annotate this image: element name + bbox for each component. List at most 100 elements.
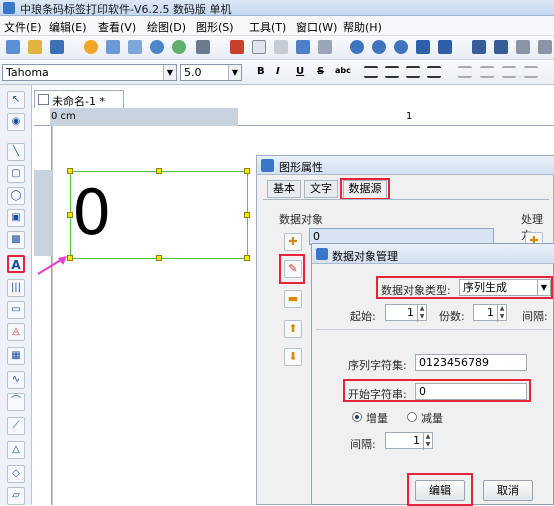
dialog-title: 数据对象管理 [332, 250, 398, 263]
highlight-box [343, 379, 531, 402]
settings-icon[interactable] [84, 40, 98, 54]
database-icon[interactable] [150, 40, 164, 54]
text-align-c-icon[interactable] [502, 66, 516, 78]
start-label: 起始: [350, 310, 376, 323]
grid-icon[interactable] [196, 40, 210, 54]
align-right-icon[interactable] [406, 66, 420, 78]
menu-draw[interactable]: 绘图(D) [147, 19, 186, 35]
triangle-tool-icon[interactable]: △ [7, 441, 25, 459]
document-tab[interactable]: 未命名-1 * [34, 90, 124, 108]
redo-icon[interactable] [318, 40, 332, 54]
menu-view[interactable]: 查看(V) [98, 19, 136, 35]
remove-icon[interactable]: ▬ [284, 290, 302, 308]
menu-shape[interactable]: 图形(S) [196, 19, 234, 35]
zoom-icon[interactable] [394, 40, 408, 54]
new-icon[interactable] [6, 40, 20, 54]
data-object-list-item[interactable]: 0 [313, 230, 320, 243]
menu-window[interactable]: 窗口(W) [296, 19, 337, 35]
count-input[interactable]: 1 ▲ ▼ [473, 304, 507, 322]
data-icon[interactable] [172, 40, 186, 54]
resize-handle[interactable] [156, 168, 162, 174]
tab-text[interactable]: 文字 [304, 180, 338, 198]
font-select[interactable]: Tahoma ▼ [2, 64, 177, 81]
pen-tool-icon[interactable]: ⟋ [7, 417, 25, 435]
interval-input[interactable]: 1 ▲ ▼ [385, 432, 433, 450]
start-input[interactable]: 1 ▲ ▼ [385, 304, 427, 322]
print-icon[interactable] [106, 40, 120, 54]
format-toolbar: Tahoma ▼ 5.0 ▼ B I U S abc [0, 60, 554, 85]
stepper-icon[interactable]: ▲ ▼ [497, 305, 506, 322]
pan-icon[interactable]: ◉ [7, 113, 25, 131]
menu-help[interactable]: 帮助(H) [343, 19, 382, 35]
text-align-b-icon[interactable] [480, 66, 494, 78]
justify-icon[interactable] [427, 66, 441, 78]
case-button[interactable]: abc [335, 66, 351, 75]
resize-handle[interactable] [156, 255, 162, 261]
increase-radio[interactable] [352, 412, 362, 422]
menu-tools[interactable]: 工具(T) [249, 19, 286, 35]
charset-input[interactable]: 0123456789 [415, 354, 527, 371]
add-icon[interactable]: ✚ [284, 233, 302, 251]
pointer-arrow-icon [37, 256, 67, 275]
menu-edit[interactable]: 编辑(E) [49, 19, 87, 35]
save-icon[interactable] [50, 40, 64, 54]
ruler-selection-shade [34, 170, 52, 256]
menu-file[interactable]: 文件(E) [4, 19, 42, 35]
text-tool-icon[interactable]: A [7, 255, 25, 273]
italic-button[interactable]: I [276, 66, 280, 77]
font-size-select[interactable]: 5.0 ▼ [180, 64, 242, 81]
paste-icon[interactable] [274, 40, 288, 54]
rect-tool-icon[interactable]: ▢ [7, 165, 25, 183]
bold-button[interactable]: B [257, 66, 265, 77]
cut-icon[interactable] [230, 40, 244, 54]
rounded-rect-tool-icon[interactable]: ▭ [7, 301, 25, 319]
divider [316, 329, 552, 330]
stepper-icon[interactable]: ▲ ▼ [417, 305, 426, 322]
ruler-selection-shade [50, 108, 238, 126]
arc-tool-icon[interactable]: ⌒ [7, 393, 25, 411]
copy-icon[interactable] [252, 40, 266, 54]
zoom-out-icon[interactable] [372, 40, 386, 54]
ellipse-tool-icon[interactable]: ◯ [7, 187, 25, 205]
move-down-icon[interactable]: ⬇ [284, 348, 302, 366]
pointer-icon[interactable]: ↖ [7, 91, 25, 109]
preview-icon[interactable] [128, 40, 142, 54]
barcode-tool-icon[interactable]: ||| [7, 279, 25, 297]
align-icon[interactable] [472, 40, 486, 54]
resize-handle[interactable] [244, 255, 250, 261]
image-tool-icon[interactable]: ▣ [7, 209, 25, 227]
strike-button[interactable]: S [317, 66, 324, 77]
move-up-icon[interactable]: ⬆ [284, 320, 302, 338]
decrease-radio[interactable] [407, 412, 417, 422]
font-value: Tahoma [6, 66, 49, 79]
align-center-icon[interactable] [385, 66, 399, 78]
align2-icon[interactable] [494, 40, 508, 54]
diamond-tool-icon[interactable]: ◇ [7, 465, 25, 483]
polygon-tool-icon[interactable]: ◬ [7, 323, 25, 341]
align3-icon[interactable] [516, 40, 530, 54]
align4-icon[interactable] [538, 40, 552, 54]
qrcode-tool-icon[interactable]: ▦ [7, 347, 25, 365]
text-align-d-icon[interactable] [524, 66, 538, 78]
fit-page-icon[interactable] [438, 40, 452, 54]
tab-basic[interactable]: 基本 [267, 180, 301, 198]
charset-label: 序列字符集: [348, 359, 407, 372]
underline-button[interactable]: U [296, 66, 304, 77]
curve-tool-icon[interactable]: ∿ [7, 371, 25, 389]
charset-value: 0123456789 [419, 356, 489, 369]
parallelogram-tool-icon[interactable]: ▱ [7, 487, 25, 505]
align-left-icon[interactable] [364, 66, 378, 78]
stepper-icon[interactable]: ▲ ▼ [423, 433, 432, 450]
zoom-in-icon[interactable] [350, 40, 364, 54]
decrease-label: 减量 [421, 412, 443, 425]
line-tool-icon[interactable]: ╲ [7, 143, 25, 161]
fit-icon[interactable] [416, 40, 430, 54]
text-align-a-icon[interactable] [458, 66, 472, 78]
open-icon[interactable] [28, 40, 42, 54]
cancel-button[interactable]: 取消 [483, 480, 533, 501]
resize-handle[interactable] [244, 212, 250, 218]
undo-icon[interactable] [296, 40, 310, 54]
interval-value: 1 [413, 434, 420, 447]
picture-tool-icon[interactable]: ▩ [7, 231, 25, 249]
resize-handle[interactable] [244, 168, 250, 174]
